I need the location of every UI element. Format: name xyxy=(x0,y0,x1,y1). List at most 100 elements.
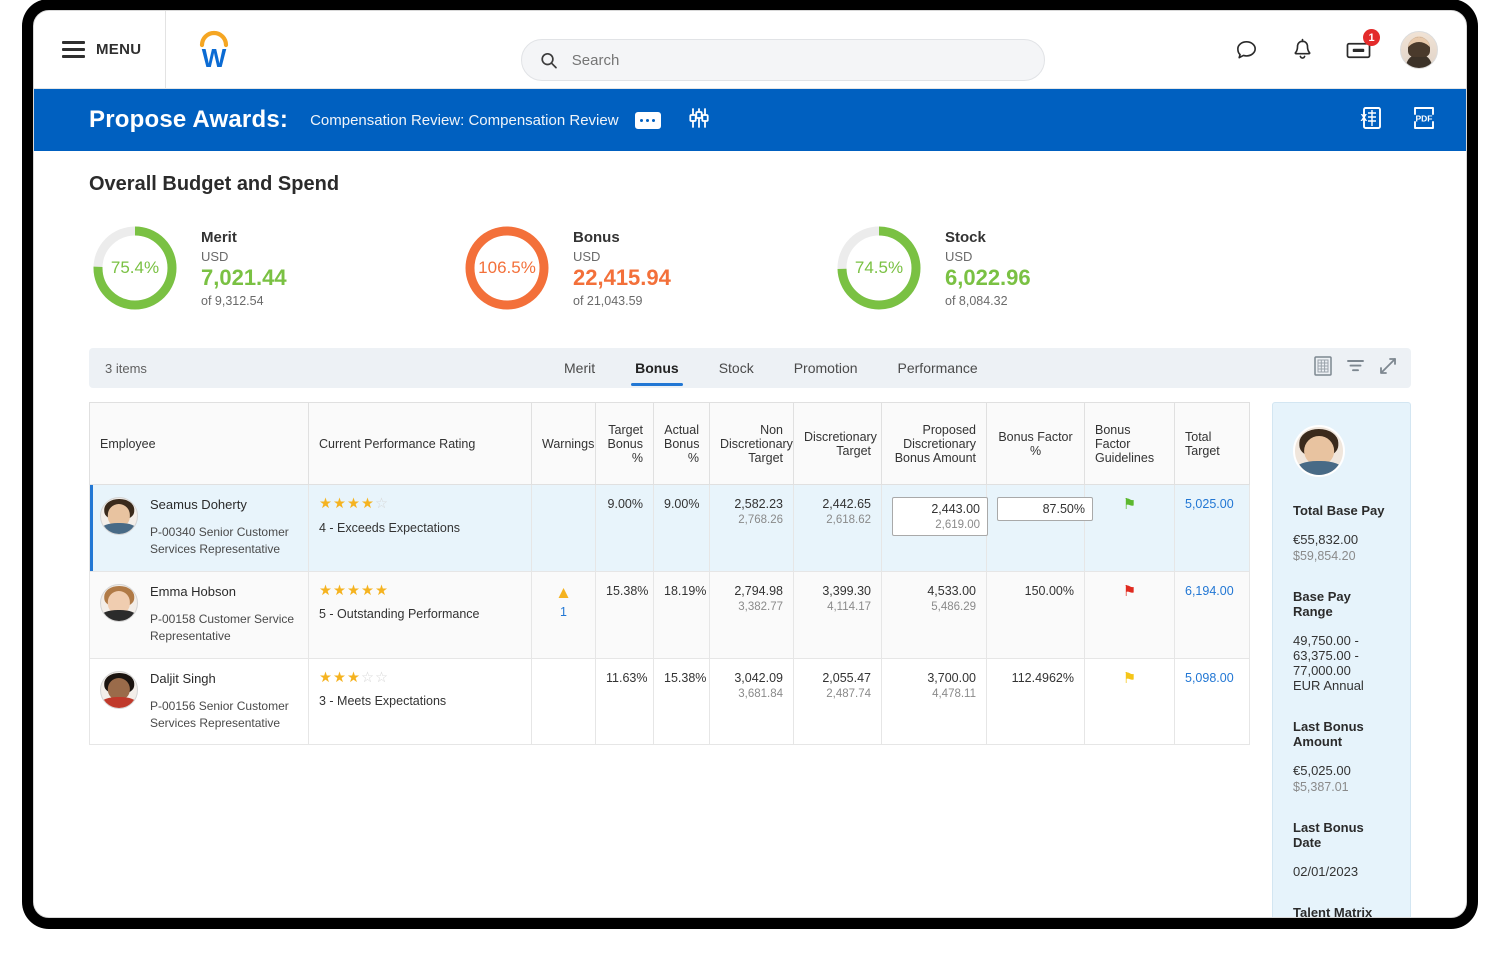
secondary-amount: 2,618.62 xyxy=(804,514,871,526)
global-search[interactable] xyxy=(521,39,1045,81)
col-bonus-factor-guidelines[interactable]: Bonus Factor Guidelines xyxy=(1085,403,1175,485)
tab-performance[interactable]: Performance xyxy=(878,348,998,388)
primary-amount: 3,399.30 xyxy=(804,584,871,598)
detail-label: Last Bonus Amount xyxy=(1293,719,1390,749)
search-input[interactable] xyxy=(572,52,1026,69)
employee-cell[interactable]: Daljit Singh P-00156 Senior Customer Ser… xyxy=(90,658,309,745)
workday-logo-icon[interactable]: W xyxy=(194,29,234,71)
actual-bonus-pct-cell: 9.00% xyxy=(654,485,710,572)
global-top-navigation: MENU W xyxy=(34,11,1466,89)
item-count-label: 3 items xyxy=(105,361,147,376)
warning-triangle-icon: ▲ xyxy=(542,584,585,601)
settings-sliders-icon[interactable] xyxy=(687,106,711,135)
grid-view-icon[interactable] xyxy=(1314,356,1332,381)
user-avatar[interactable] xyxy=(1400,31,1438,69)
total-target-link[interactable]: 5,098.00 xyxy=(1185,671,1234,685)
col-employee[interactable]: Employee xyxy=(90,403,309,485)
bonus-donut-chart: 106.5% xyxy=(461,222,553,314)
detail-base-pay-range: Base Pay Range 49,750.00 - 63,375.00 - 7… xyxy=(1293,589,1390,693)
merit-budget-total: of 9,312.54 xyxy=(201,294,287,308)
non-discretionary-target-cell: 2,582.23 2,768.26 xyxy=(710,485,794,572)
proposed-bonus-cell[interactable]: 2,443.00 2,619.00 xyxy=(882,485,987,572)
expand-icon[interactable] xyxy=(1379,357,1397,380)
col-current-performance-rating[interactable]: Current Performance Rating xyxy=(309,403,532,485)
detail-value-secondary: $59,854.20 xyxy=(1293,549,1390,563)
budget-card-merit[interactable]: 75.4% Merit USD 7,021.44 of 9,312.54 xyxy=(89,222,461,314)
total-target-link[interactable]: 6,194.00 xyxy=(1185,584,1234,598)
tab-bonus[interactable]: Bonus xyxy=(615,348,699,388)
col-warnings[interactable]: Warnings xyxy=(532,403,596,485)
rating-cell: ★★★★★ 5 - Outstanding Performance xyxy=(309,571,532,658)
grid-and-detail-row: Employee Current Performance Rating Warn… xyxy=(89,402,1411,918)
proposed-bonus-cell[interactable]: 3,700.00 4,478.11 xyxy=(882,658,987,745)
employee-name: Daljit Singh xyxy=(150,671,298,686)
proposed-bonus-cell[interactable]: 4,533.00 5,486.29 xyxy=(882,571,987,658)
total-target-cell[interactable]: 5,025.00 xyxy=(1175,485,1250,572)
stock-amount: 6,022.96 xyxy=(945,265,1031,291)
table-row[interactable]: Emma Hobson P-00158 Customer Service Rep… xyxy=(90,571,1250,658)
discretionary-target-cell: 2,442.65 2,618.62 xyxy=(794,485,882,572)
rating-cell: ★★★★☆ 4 - Exceeds Expectations xyxy=(309,485,532,572)
warnings-cell[interactable]: ▲ 1 xyxy=(532,571,596,658)
inbox-badge: 1 xyxy=(1363,29,1380,46)
chat-icon[interactable] xyxy=(1232,36,1260,64)
total-target-link[interactable]: 5,025.00 xyxy=(1185,497,1234,511)
pdf-export-icon[interactable]: PDF xyxy=(1410,104,1438,137)
bonus-factor-pct-cell[interactable]: 87.50% xyxy=(987,485,1085,572)
star-rating-icon: ★★★☆☆ xyxy=(319,671,521,686)
menu-label: MENU xyxy=(96,41,141,58)
secondary-amount: 3,681.84 xyxy=(720,688,783,700)
col-bonus-factor-pct[interactable]: Bonus Factor % xyxy=(987,403,1085,485)
col-proposed-discretionary-bonus-amount[interactable]: Proposed Discretionary Bonus Amount xyxy=(882,403,987,485)
employee-name: Emma Hobson xyxy=(150,584,298,599)
employee-position: P-00158 Customer Service Representative xyxy=(150,611,298,646)
bonus-budget-total: of 21,043.59 xyxy=(573,294,671,308)
table-header-row: Employee Current Performance Rating Warn… xyxy=(90,403,1250,485)
budget-card-stock[interactable]: 74.5% Stock USD 6,022.96 of 8,084.32 xyxy=(833,222,1205,314)
col-total-target[interactable]: Total Target xyxy=(1175,403,1250,485)
tab-promotion[interactable]: Promotion xyxy=(774,348,878,388)
bonus-factor-guideline-cell: ⚑ xyxy=(1085,571,1175,658)
excel-export-icon[interactable]: X xyxy=(1356,104,1384,137)
budget-card-bonus[interactable]: 106.5% Bonus USD 22,415.94 of 21,043.59 xyxy=(461,222,833,314)
total-target-cell[interactable]: 6,194.00 xyxy=(1175,571,1250,658)
merit-amount: 7,021.44 xyxy=(201,265,287,291)
col-actual-bonus-pct[interactable]: Actual Bonus % xyxy=(654,403,710,485)
bell-icon[interactable] xyxy=(1288,36,1316,64)
warning-count-link[interactable]: 1 xyxy=(542,605,585,619)
employee-cell[interactable]: Seamus Doherty P-00340 Senior Customer S… xyxy=(90,485,309,572)
main-menu-button[interactable]: MENU xyxy=(34,11,166,88)
table-row[interactable]: Seamus Doherty P-00340 Senior Customer S… xyxy=(90,485,1250,572)
merit-label: Merit xyxy=(201,229,287,246)
table-toolbar: 3 items Merit Bonus Stock Promotion Perf… xyxy=(89,348,1411,388)
total-target-cell[interactable]: 5,098.00 xyxy=(1175,658,1250,745)
primary-amount: 3,042.09 xyxy=(720,671,783,685)
avatar xyxy=(100,584,138,622)
inbox-icon[interactable]: 1 xyxy=(1344,36,1372,64)
employee-detail-panel: Total Base Pay €55,832.00 $59,854.20 Bas… xyxy=(1272,402,1411,918)
tab-merit[interactable]: Merit xyxy=(544,348,615,388)
primary-amount: 2,794.98 xyxy=(720,584,783,598)
rating-label: 4 - Exceeds Expectations xyxy=(319,521,521,535)
budget-summary-group: 75.4% Merit USD 7,021.44 of 9,312.54 106… xyxy=(89,222,1411,314)
bonus-factor-input[interactable]: 87.50% xyxy=(997,497,1093,521)
export-icon-group: X PDF xyxy=(1356,104,1438,137)
section-heading: Overall Budget and Spend xyxy=(89,173,1411,196)
bonus-factor-pct-cell[interactable]: 150.00% xyxy=(987,571,1085,658)
page-subtitle: Compensation Review: Compensation Review xyxy=(310,112,618,129)
col-target-bonus-pct[interactable]: Target Bonus % xyxy=(596,403,654,485)
table-row[interactable]: Daljit Singh P-00156 Senior Customer Ser… xyxy=(90,658,1250,745)
col-non-discretionary-target[interactable]: Non Discretionary Target xyxy=(710,403,794,485)
tab-stock[interactable]: Stock xyxy=(699,348,774,388)
stock-label: Stock xyxy=(945,229,1031,246)
employee-cell[interactable]: Emma Hobson P-00158 Customer Service Rep… xyxy=(90,571,309,658)
proposed-bonus-input[interactable]: 2,443.00 2,619.00 xyxy=(892,497,988,536)
bonus-factor-pct-cell[interactable]: 112.4962% xyxy=(987,658,1085,745)
secondary-amount: 3,382.77 xyxy=(720,601,783,613)
secondary-amount: 2,768.26 xyxy=(720,514,783,526)
discretionary-target-cell: 2,055.47 2,487.74 xyxy=(794,658,882,745)
col-discretionary-target[interactable]: Discretionary Target xyxy=(794,403,882,485)
employee-name: Seamus Doherty xyxy=(150,497,298,512)
filter-icon[interactable] xyxy=(1346,357,1365,380)
related-actions-button[interactable] xyxy=(635,112,661,129)
